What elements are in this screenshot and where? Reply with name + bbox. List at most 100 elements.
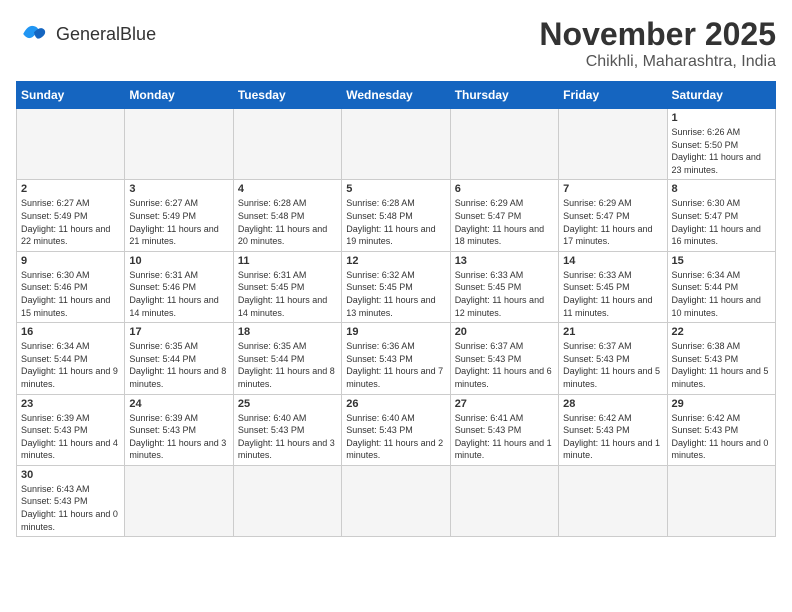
calendar-cell — [233, 109, 341, 180]
day-info: Sunrise: 6:43 AMSunset: 5:43 PMDaylight:… — [21, 483, 120, 533]
day-number: 26 — [346, 398, 445, 410]
calendar-cell: 30 Sunrise: 6:43 AMSunset: 5:43 PMDayligh… — [17, 465, 125, 536]
calendar-cell: 18 Sunrise: 6:35 AMSunset: 5:44 PMDayligh… — [233, 323, 341, 394]
calendar-cell: 17 Sunrise: 6:35 AMSunset: 5:44 PMDayligh… — [125, 323, 233, 394]
weekday-header-sunday: Sunday — [17, 82, 125, 109]
day-number: 12 — [346, 255, 445, 267]
calendar-cell — [233, 465, 341, 536]
day-info: Sunrise: 6:39 AMSunset: 5:43 PMDaylight:… — [129, 412, 228, 462]
day-info: Sunrise: 6:40 AMSunset: 5:43 PMDaylight:… — [346, 412, 445, 462]
calendar-cell — [342, 465, 450, 536]
day-number: 30 — [21, 469, 120, 481]
calendar-cell: 9Sunrise: 6:30 AMSunset: 5:46 PMDaylight… — [17, 251, 125, 322]
day-number: 7 — [563, 183, 662, 195]
day-info: Sunrise: 6:37 AMSunset: 5:43 PMDaylight:… — [455, 340, 554, 390]
day-info: Sunrise: 6:28 AMSunset: 5:48 PMDaylight:… — [238, 197, 337, 247]
location-title: Chikhli, Maharashtra, India — [539, 53, 776, 71]
calendar-row-3: 9Sunrise: 6:30 AMSunset: 5:46 PMDaylight… — [17, 251, 776, 322]
day-info: Sunrise: 6:39 AMSunset: 5:43 PMDaylight:… — [21, 412, 120, 462]
day-info: Sunrise: 6:27 AMSunset: 5:49 PMDaylight:… — [129, 197, 228, 247]
calendar-cell: 7Sunrise: 6:29 AMSunset: 5:47 PMDaylight… — [559, 180, 667, 251]
calendar-cell: 24 Sunrise: 6:39 AMSunset: 5:43 PMDayligh… — [125, 394, 233, 465]
weekday-header-row: SundayMondayTuesdayWednesdayThursdayFrid… — [17, 82, 776, 109]
day-number: 13 — [455, 255, 554, 267]
day-number: 25 — [238, 398, 337, 410]
calendar-cell: 2Sunrise: 6:27 AMSunset: 5:49 PMDaylight… — [17, 180, 125, 251]
day-info: Sunrise: 6:30 AMSunset: 5:46 PMDaylight:… — [21, 269, 120, 319]
day-info: Sunrise: 6:33 AMSunset: 5:45 PMDaylight:… — [455, 269, 554, 319]
calendar-cell: 20Sunrise: 6:37 AMSunset: 5:43 PMDayligh… — [450, 323, 558, 394]
calendar-row-2: 2Sunrise: 6:27 AMSunset: 5:49 PMDaylight… — [17, 180, 776, 251]
day-info: Sunrise: 6:35 AMSunset: 5:44 PMDaylight:… — [129, 340, 228, 390]
day-number: 6 — [455, 183, 554, 195]
day-info: Sunrise: 6:38 AMSunset: 5:43 PMDaylight:… — [672, 340, 771, 390]
day-info: Sunrise: 6:42 AMSunset: 5:43 PMDaylight:… — [672, 412, 771, 462]
day-number: 21 — [563, 326, 662, 338]
day-info: Sunrise: 6:34 AMSunset: 5:44 PMDaylight:… — [21, 340, 120, 390]
day-number: 1 — [672, 112, 771, 124]
weekday-header-monday: Monday — [125, 82, 233, 109]
day-number: 17 — [129, 326, 228, 338]
calendar-cell — [125, 465, 233, 536]
day-number: 3 — [129, 183, 228, 195]
calendar-row-4: 16 Sunrise: 6:34 AMSunset: 5:44 PMDayligh… — [17, 323, 776, 394]
calendar-table: SundayMondayTuesdayWednesdayThursdayFrid… — [16, 81, 776, 537]
calendar-cell: 3 Sunrise: 6:27 AMSunset: 5:49 PMDaylight… — [125, 180, 233, 251]
logo-blue: Blue — [120, 24, 156, 44]
day-number: 24 — [129, 398, 228, 410]
logo-general: General — [56, 24, 120, 44]
day-number: 16 — [21, 326, 120, 338]
page-header: GeneralBlue November 2025 Chikhli, Mahar… — [16, 16, 776, 71]
calendar-cell — [17, 109, 125, 180]
day-info: Sunrise: 6:36 AMSunset: 5:43 PMDaylight:… — [346, 340, 445, 390]
logo-text: GeneralBlue — [56, 24, 156, 45]
calendar-cell: 6 Sunrise: 6:29 AMSunset: 5:47 PMDaylight… — [450, 180, 558, 251]
calendar-cell — [450, 465, 558, 536]
month-title: November 2025 — [539, 16, 776, 53]
calendar-cell: 28Sunrise: 6:42 AMSunset: 5:43 PMDayligh… — [559, 394, 667, 465]
day-number: 8 — [672, 183, 771, 195]
calendar-cell: 23Sunrise: 6:39 AMSunset: 5:43 PMDayligh… — [17, 394, 125, 465]
title-block: November 2025 Chikhli, Maharashtra, Indi… — [539, 16, 776, 71]
calendar-cell: 4 Sunrise: 6:28 AMSunset: 5:48 PMDaylight… — [233, 180, 341, 251]
calendar-cell — [559, 109, 667, 180]
calendar-cell — [667, 465, 775, 536]
logo-icon — [16, 16, 52, 52]
day-info: Sunrise: 6:31 AMSunset: 5:45 PMDaylight:… — [238, 269, 337, 319]
day-number: 28 — [563, 398, 662, 410]
weekday-header-wednesday: Wednesday — [342, 82, 450, 109]
day-number: 29 — [672, 398, 771, 410]
calendar-cell: 19Sunrise: 6:36 AMSunset: 5:43 PMDayligh… — [342, 323, 450, 394]
calendar-cell: 11 Sunrise: 6:31 AMSunset: 5:45 PMDayligh… — [233, 251, 341, 322]
calendar-cell — [450, 109, 558, 180]
day-info: Sunrise: 6:35 AMSunset: 5:44 PMDaylight:… — [238, 340, 337, 390]
day-number: 4 — [238, 183, 337, 195]
logo: GeneralBlue — [16, 16, 156, 52]
day-number: 15 — [672, 255, 771, 267]
day-info: Sunrise: 6:30 AMSunset: 5:47 PMDaylight:… — [672, 197, 771, 247]
day-info: Sunrise: 6:32 AMSunset: 5:45 PMDaylight:… — [346, 269, 445, 319]
calendar-cell: 25 Sunrise: 6:40 AMSunset: 5:43 PMDayligh… — [233, 394, 341, 465]
weekday-header-thursday: Thursday — [450, 82, 558, 109]
calendar-cell: 26 Sunrise: 6:40 AMSunset: 5:43 PMDayligh… — [342, 394, 450, 465]
calendar-cell: 22Sunrise: 6:38 AMSunset: 5:43 PMDayligh… — [667, 323, 775, 394]
day-info: Sunrise: 6:37 AMSunset: 5:43 PMDaylight:… — [563, 340, 662, 390]
day-number: 27 — [455, 398, 554, 410]
day-info: Sunrise: 6:41 AMSunset: 5:43 PMDaylight:… — [455, 412, 554, 462]
day-number: 10 — [129, 255, 228, 267]
day-info: Sunrise: 6:40 AMSunset: 5:43 PMDaylight:… — [238, 412, 337, 462]
day-info: Sunrise: 6:29 AMSunset: 5:47 PMDaylight:… — [455, 197, 554, 247]
day-info: Sunrise: 6:34 AMSunset: 5:44 PMDaylight:… — [672, 269, 771, 319]
day-number: 18 — [238, 326, 337, 338]
calendar-cell — [125, 109, 233, 180]
calendar-cell: 27 Sunrise: 6:41 AMSunset: 5:43 PMDayligh… — [450, 394, 558, 465]
calendar-cell: 10Sunrise: 6:31 AMSunset: 5:46 PMDayligh… — [125, 251, 233, 322]
calendar-cell: 16 Sunrise: 6:34 AMSunset: 5:44 PMDayligh… — [17, 323, 125, 394]
calendar-cell — [559, 465, 667, 536]
weekday-header-tuesday: Tuesday — [233, 82, 341, 109]
day-info: Sunrise: 6:28 AMSunset: 5:48 PMDaylight:… — [346, 197, 445, 247]
calendar-cell: 29 Sunrise: 6:42 AMSunset: 5:43 PMDayligh… — [667, 394, 775, 465]
day-number: 11 — [238, 255, 337, 267]
calendar-cell: 8 Sunrise: 6:30 AMSunset: 5:47 PMDaylight… — [667, 180, 775, 251]
day-number: 5 — [346, 183, 445, 195]
